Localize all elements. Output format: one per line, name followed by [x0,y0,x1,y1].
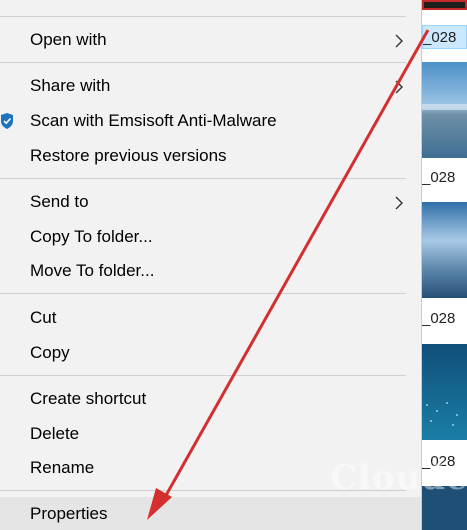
menu-item-send-to[interactable]: Send to [0,185,421,219]
menu-item-scan-emsisoft[interactable]: Scan with Emsisoft Anti-Malware [0,104,421,138]
menu-item-create-shortcut[interactable]: Create shortcut [0,382,421,416]
menu-item-label: Share with [30,76,111,95]
menu-item-label: Cut [30,308,57,327]
selection-outline [422,0,467,10]
file-name[interactable]: _028 [422,25,467,49]
menu-item-partial[interactable] [0,0,421,14]
file-name-label: _028 [422,310,456,327]
menu-separator [0,178,406,179]
shield-icon [1,113,13,129]
menu-item-copy-to-folder[interactable]: Copy To folder... [0,220,421,254]
menu-item-label: Open with [30,30,107,49]
menu-item-label: Send to [30,192,89,211]
chevron-right-icon [395,80,403,94]
file-thumbnail[interactable] [422,202,467,298]
menu-item-label: Properties [30,504,108,523]
menu-separator [0,16,406,17]
file-name-label: _028 [423,29,457,46]
menu-item-move-to-folder[interactable]: Move To folder... [0,254,421,288]
menu-separator [0,293,406,294]
menu-item-label: Scan with Emsisoft Anti-Malware [30,111,277,130]
menu-item-properties[interactable]: Properties [0,497,421,530]
menu-item-label: Copy To folder... [30,227,153,246]
chevron-right-icon [395,196,403,210]
file-name-label: _028 [422,169,456,186]
menu-separator [0,375,406,376]
menu-item-label: Create shortcut [30,389,147,408]
chevron-right-icon [395,34,403,48]
menu-separator [0,62,406,63]
file-name[interactable]: _028 [422,166,467,190]
menu-item-share-with[interactable]: Share with [0,69,421,103]
menu-item-label: Restore previous versions [30,146,227,165]
file-thumbnail[interactable] [422,344,467,440]
menu-item-label: Rename [30,458,95,477]
menu-item-restore-previous-versions[interactable]: Restore previous versions [0,139,421,173]
menu-item-label: Copy [30,343,70,362]
menu-item-label: Delete [30,424,80,443]
menu-item-open-with[interactable]: Open with [0,23,421,57]
file-thumbnail[interactable] [422,62,467,158]
watermark-text: Cloude [330,458,467,498]
file-list: _028 _028 _028 _028 [422,0,467,530]
menu-item-delete[interactable]: Delete [0,417,421,451]
file-name[interactable]: _028 [422,307,467,331]
context-menu: Open with Share with Scan with Emsisoft … [0,0,422,530]
menu-item-label: Move To folder... [30,261,155,280]
menu-item-copy[interactable]: Copy [0,336,421,370]
menu-item-cut[interactable]: Cut [0,301,421,335]
